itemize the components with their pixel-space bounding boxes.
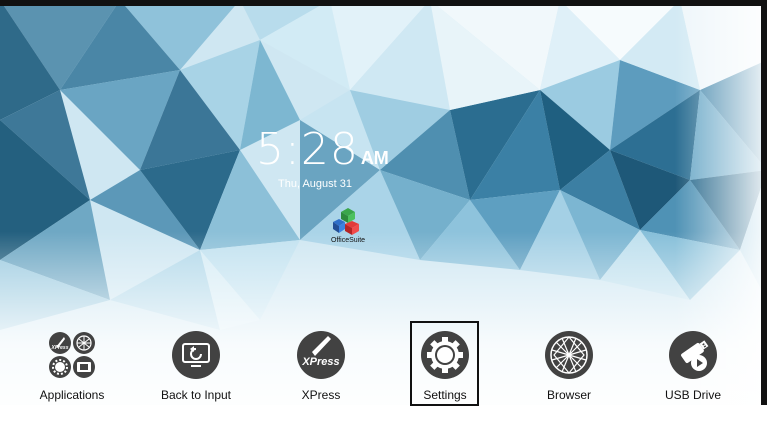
clock-date: Thu, August 31 <box>278 178 352 190</box>
officesuite-label: OfficeSuite <box>330 237 366 244</box>
dock-label-browser: Browser <box>546 388 591 402</box>
dock-item-applications[interactable]: XPress Applications <box>17 330 127 402</box>
focus-highlight <box>410 321 479 406</box>
officesuite-icon <box>333 208 359 235</box>
svg-text:XPress: XPress <box>301 356 339 368</box>
usb-drive-icon <box>669 331 717 379</box>
officesuite-widget[interactable]: OfficeSuite <box>326 206 370 244</box>
bottom-strip <box>0 405 767 421</box>
dock-item-xpress[interactable]: XPress XPress <box>266 330 376 402</box>
top-border <box>0 0 767 6</box>
clock-ampm: AM <box>360 148 389 168</box>
svg-text:XPress: XPress <box>51 345 69 351</box>
right-border <box>761 0 767 421</box>
dock-label-applications: Applications <box>39 388 105 402</box>
dock-item-back-to-input[interactable]: Back to Input <box>141 330 251 402</box>
globe-icon <box>545 331 593 379</box>
clock-time: 5:28 <box>256 124 359 175</box>
dock-label-back-to-input: Back to Input <box>160 388 232 402</box>
dock-label-usb-drive: USB Drive <box>664 388 721 402</box>
dock-label-xpress: XPress <box>301 388 341 402</box>
applications-grid-icon: XPress <box>49 332 95 378</box>
clock-widget: 5:28 AM <box>256 126 389 174</box>
back-to-input-icon <box>172 331 220 379</box>
dock-item-usb-drive[interactable]: USB Drive <box>638 330 748 402</box>
home-screen: 5:28 AM Thu, August 31 OfficeSuite XPress <box>0 0 767 421</box>
dock-item-browser[interactable]: Browser <box>514 330 624 402</box>
xpress-icon: XPress <box>297 331 345 379</box>
